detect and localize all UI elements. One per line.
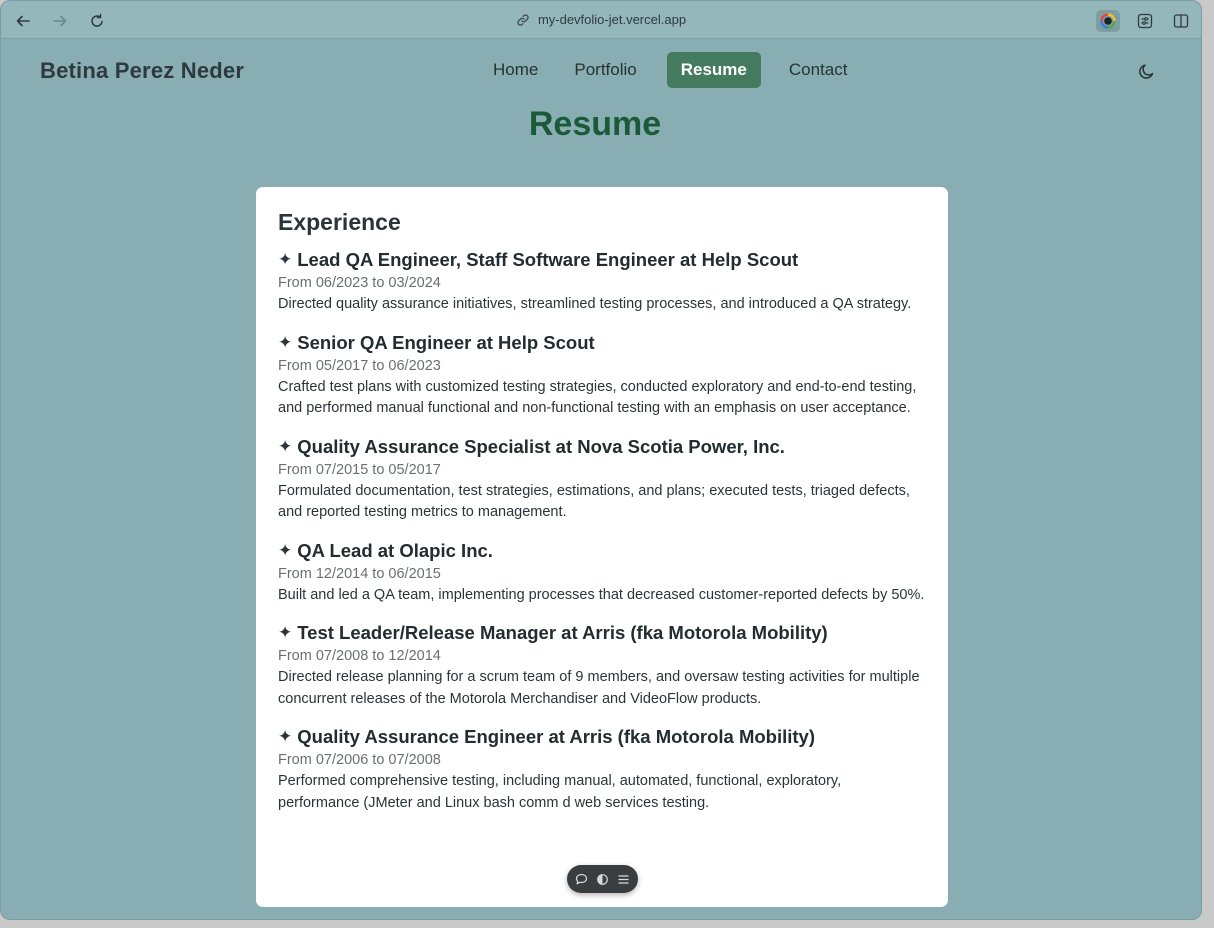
job-entry: ✦ Lead QA Engineer, Staff Software Engine…	[278, 248, 926, 316]
sidebar-icon	[1173, 14, 1189, 28]
job-entry: ✦ Quality Assurance Engineer at Arris (fk…	[278, 725, 926, 814]
site-header: Betina Perez Neder Home Portfolio Resume…	[1, 39, 1201, 101]
browser-toolbar: my-devfolio-jet.vercel.app	[1, 1, 1201, 39]
job-dates: From 07/2008 to 12/2014	[278, 648, 441, 664]
comment-icon[interactable]	[575, 873, 588, 886]
settings-panel-button[interactable]	[1133, 10, 1157, 32]
job-dates: From 05/2017 to 06/2023	[278, 357, 441, 374]
job-entry: ✦ Test Leader/Release Manager at Arris (f…	[278, 621, 926, 710]
job-entry: ✦ QA Lead at Olapic Inc. From 12/2014 to …	[278, 539, 926, 607]
site-brand[interactable]: Betina Perez Neder	[40, 58, 244, 84]
link-icon	[517, 13, 529, 26]
job-title: ✦ Quality Assurance Engineer at Arris (fk…	[278, 726, 816, 747]
job-title: ✦ Senior QA Engineer at Help Scout	[278, 331, 595, 353]
sliders-icon	[1137, 13, 1153, 29]
theme-toggle-button[interactable]	[1135, 60, 1157, 82]
page-title: Resume	[528, 105, 662, 143]
sparkle-icon: ✦	[278, 540, 293, 560]
sparkle-icon: ✦	[278, 436, 293, 456]
job-description: Directed release planning for a scrum te…	[278, 669, 920, 707]
extension-button[interactable]	[1096, 10, 1120, 32]
sparkle-icon: ✦	[278, 623, 293, 642]
moon-icon	[1138, 63, 1153, 79]
floating-toolbar	[567, 865, 638, 893]
toggle-icon[interactable]	[596, 873, 609, 886]
experience-card: Experience ✦ Lead QA Engineer, Staff Soft…	[256, 187, 948, 907]
job-dates: From 07/2006 to 07/2008	[278, 752, 441, 768]
job-title: ✦ QA Lead at Olapic Inc.	[278, 539, 493, 561]
job-description: Directed quality assurance initiatives, …	[278, 296, 912, 312]
job-description: Performed comprehensive testing, includi…	[278, 773, 842, 811]
job-description: Formulated documentation, test strategie…	[278, 482, 910, 521]
menu-icon[interactable]	[617, 873, 630, 886]
nav-contact[interactable]: Contact	[771, 52, 866, 88]
section-title: Experience	[278, 209, 401, 235]
job-dates: From 12/2014 to 06/2015	[278, 565, 441, 582]
job-dates: From 07/2015 to 05/2017	[278, 461, 441, 478]
nav-home[interactable]: Home	[475, 52, 556, 88]
nav-resume[interactable]: Resume	[666, 52, 761, 88]
url-text: my-devfolio-jet.vercel.app	[537, 12, 687, 27]
job-entry: ✦ Quality Assurance Specialist at Nova Sc…	[278, 435, 926, 524]
job-entry: ✦ Senior QA Engineer at Help Scout From 0…	[278, 331, 926, 420]
job-description: Built and led a QA team, implementing pr…	[278, 586, 925, 603]
sparkle-icon: ✦	[278, 332, 293, 352]
job-title: ✦ Lead QA Engineer, Staff Software Engine…	[278, 249, 799, 270]
browser-window: my-devfolio-jet.vercel.app Betina Perez …	[0, 0, 1202, 920]
sidebar-toggle-button[interactable]	[1169, 10, 1193, 32]
nav-portfolio[interactable]: Portfolio	[556, 52, 654, 88]
main-nav: Home Portfolio Resume Contact	[475, 52, 865, 88]
job-dates: From 06/2023 to 03/2024	[278, 275, 441, 291]
job-title: ✦ Quality Assurance Specialist at Nova Sc…	[278, 435, 785, 457]
sparkle-icon: ✦	[278, 727, 293, 746]
sparkle-icon: ✦	[278, 250, 293, 269]
job-description: Crafted test plans with customized testi…	[278, 378, 917, 417]
address-bar[interactable]: my-devfolio-jet.vercel.app	[1, 12, 1201, 27]
job-title: ✦ Test Leader/Release Manager at Arris (f…	[278, 622, 828, 643]
color-wheel-icon	[1100, 13, 1116, 29]
